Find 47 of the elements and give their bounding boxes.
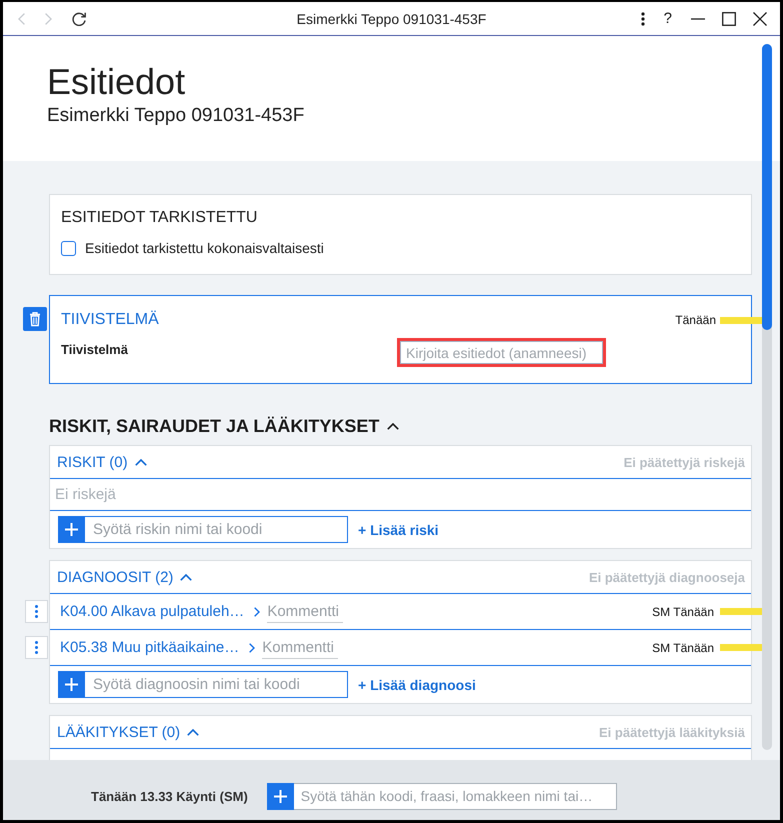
checkbox[interactable] — [61, 240, 76, 256]
comment-input[interactable]: Kommentti — [267, 600, 344, 622]
caret-up-icon[interactable] — [387, 422, 400, 430]
minimize-icon[interactable] — [691, 18, 705, 20]
help-button[interactable]: ? — [662, 10, 674, 28]
group-title: RISKIT (0) — [57, 454, 128, 470]
empty-text: Ei riskejä — [55, 486, 116, 503]
diagnosis-link[interactable]: K05.38 Muu pitkäaikaine… — [60, 639, 240, 656]
status-text: Ei päätettyjä lääkityksiä — [599, 724, 745, 740]
chevron-right-icon[interactable] — [249, 642, 256, 652]
card-title: TIIVISTELMÄ — [61, 310, 160, 330]
diagnosis-link[interactable]: K04.00 Alkava pulpatuleh… — [60, 603, 244, 620]
group-title: LÄÄKITYKSET (0) — [57, 724, 180, 740]
chevron-right-icon[interactable] — [254, 606, 260, 616]
date-text: Tänään — [675, 313, 716, 327]
plus-icon[interactable] — [58, 516, 85, 543]
highlight-marker — [720, 608, 762, 615]
reload-icon[interactable] — [72, 12, 86, 26]
card-title: ESITIEDOT TARKISTETTU — [61, 208, 258, 228]
highlight-marker — [720, 644, 762, 651]
checkbox-label: Esitiedot tarkistettu kokonaisvaltaisesti — [85, 240, 324, 256]
text-input[interactable]: Kirjoita esitiedot (anamneesi) — [397, 338, 606, 367]
kebab-menu-icon[interactable] — [640, 12, 645, 26]
section-title: RISKIT, SAIRAUDET JA LÄÄKITYKSET — [49, 415, 380, 437]
command-input[interactable]: Syötä tähän koodi, fraasi, lomakkeen nimi tai… — [294, 782, 617, 810]
text-input[interactable]: Syötä diagnoosin nimi tai koodi — [85, 671, 348, 698]
group-title: DIAGNOOSIT (2) — [57, 568, 174, 586]
plus-icon[interactable] — [266, 782, 294, 810]
status-text: Ei päätettyjä riskejä — [624, 454, 745, 470]
add-link[interactable]: + Lisää diagnoosi — [358, 676, 476, 692]
scrollbar-thumb[interactable] — [762, 44, 772, 330]
maximize-icon[interactable] — [722, 12, 736, 26]
plus-icon[interactable] — [58, 671, 85, 698]
highlight-marker — [720, 316, 762, 324]
comment-input[interactable]: Kommentti — [262, 636, 338, 658]
visit-text: Tänään 13.33 Käynti (SM) — [91, 788, 248, 804]
field-label: Tiivistelmä — [61, 341, 129, 359]
window-title: Esimerkki Teppo 091031-453F — [296, 10, 486, 26]
status-text: Ei päätettyjä diagnooseja — [588, 570, 745, 584]
add-link[interactable]: + Lisää riski — [358, 522, 439, 538]
date-text: SM Tänään — [652, 640, 714, 654]
close-icon[interactable] — [753, 12, 767, 26]
text-input[interactable]: Syötä riskin nimi tai koodi — [85, 516, 348, 543]
page-title: Esitiedot — [47, 61, 186, 102]
date-text: SM Tänään — [652, 604, 714, 618]
patient-name: Esimerkki Teppo 091031-453F — [47, 105, 306, 127]
trash-icon[interactable] — [23, 307, 47, 331]
